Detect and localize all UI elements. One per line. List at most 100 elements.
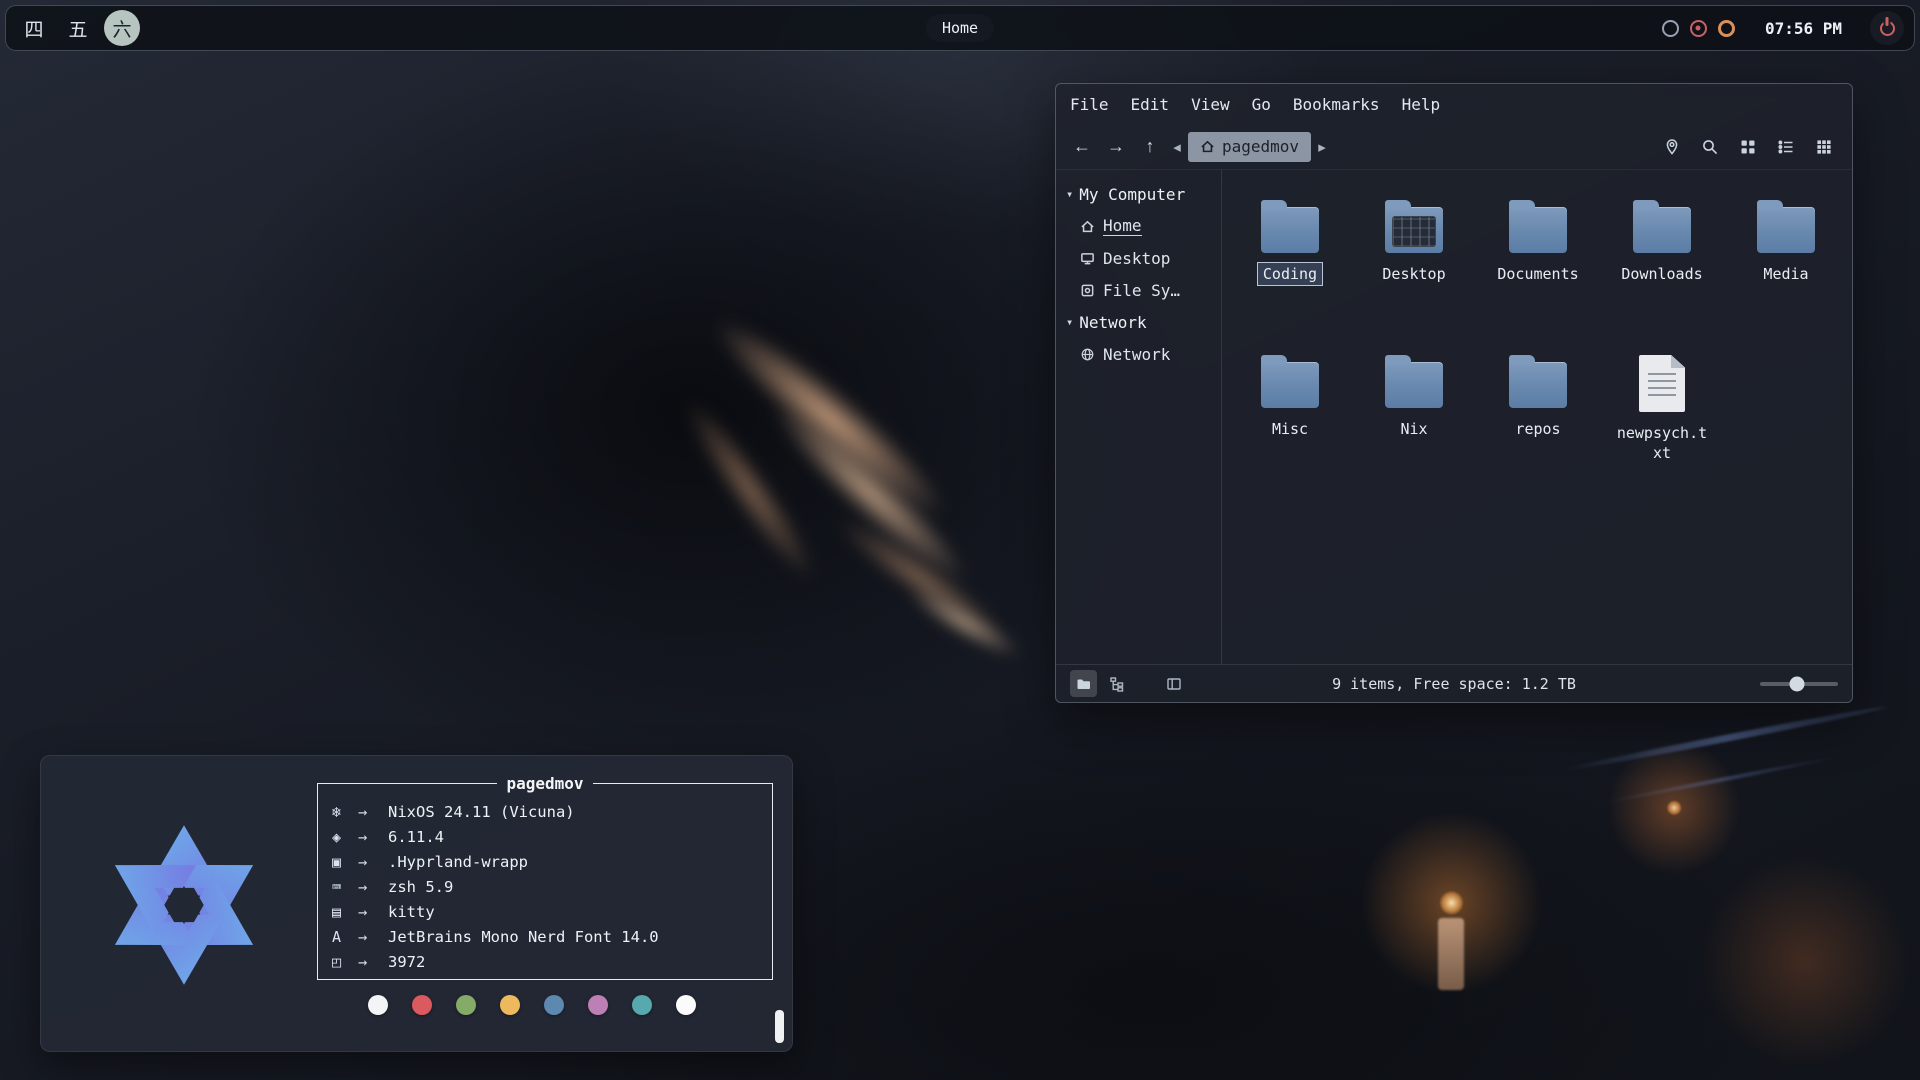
- sidebar-item-file-system[interactable]: File Sy…: [1056, 274, 1221, 306]
- home-icon: [1080, 219, 1095, 234]
- arrow-icon: →: [358, 803, 388, 821]
- folder-icon: [1633, 207, 1691, 253]
- file-label: Nix: [1394, 417, 1433, 441]
- file-item-desktop[interactable]: Desktop: [1352, 186, 1476, 341]
- sidebar-item-home[interactable]: Home: [1056, 210, 1221, 242]
- file-label: repos: [1509, 417, 1566, 441]
- file-item-documents[interactable]: Documents: [1476, 186, 1600, 341]
- menu-item-file[interactable]: File: [1070, 95, 1109, 114]
- sidebar-item-label: Network: [1103, 345, 1170, 364]
- fetch-info-box: pagedmov ❄ → NixOS 24.11 (Vicuna) ◈ → 6.…: [317, 774, 773, 980]
- search-icon[interactable]: [1698, 135, 1722, 159]
- palette-dot: [588, 995, 608, 1015]
- file-label: Downloads: [1615, 262, 1708, 286]
- file-item-nix[interactable]: Nix: [1352, 341, 1476, 496]
- up-button[interactable]: ↑: [1134, 131, 1166, 163]
- workspace-button-1[interactable]: 四: [16, 10, 52, 46]
- file-label: Misc: [1266, 417, 1314, 441]
- menu-item-view[interactable]: View: [1191, 95, 1230, 114]
- path-breadcrumb-button[interactable]: pagedmov: [1188, 132, 1311, 162]
- file-label: Media: [1757, 262, 1814, 286]
- arrow-icon: →: [358, 928, 388, 946]
- menu-item-go[interactable]: Go: [1252, 95, 1271, 114]
- file-manager-window: File Edit View Go Bookmarks Help ← → ↑ ◂…: [1055, 83, 1853, 703]
- system-tray: 07:56 PM: [1662, 11, 1904, 45]
- fetch-line-os: ❄ → NixOS 24.11 (Vicuna): [332, 799, 758, 824]
- fetch-value: JetBrains Mono Nerd Font 14.0: [388, 928, 659, 946]
- chevron-down-icon: ▾: [1066, 187, 1073, 201]
- home-icon: [1200, 139, 1215, 154]
- fetch-hostname: pagedmov: [497, 774, 592, 793]
- detailed-grid-view-icon[interactable]: [1812, 135, 1836, 159]
- globe-icon: [1080, 347, 1095, 362]
- toolbar-view-controls: [1660, 135, 1842, 159]
- file-item-coding[interactable]: Coding: [1228, 186, 1352, 341]
- nix-icon: ❄: [332, 803, 358, 821]
- forward-button[interactable]: →: [1100, 131, 1132, 163]
- monitor-icon: [1080, 251, 1095, 266]
- menu-item-help[interactable]: Help: [1402, 95, 1441, 114]
- fetch-line-wm: ▣ → .Hyprland-wrapp: [332, 849, 758, 874]
- tray-indicator-icon[interactable]: [1662, 20, 1679, 37]
- sidebar-section-label: Network: [1079, 313, 1146, 332]
- tray-status-icon[interactable]: [1718, 20, 1735, 37]
- file-item-newpsych-txt[interactable]: newpsych.txt: [1600, 341, 1724, 496]
- current-path-label: pagedmov: [1222, 137, 1299, 156]
- sidebar-item-desktop[interactable]: Desktop: [1056, 242, 1221, 274]
- folder-icon: [1385, 362, 1443, 408]
- file-label: Coding: [1257, 262, 1323, 286]
- nixos-logo: [89, 810, 279, 1000]
- path-scroll-right-icon[interactable]: ▸: [1313, 133, 1331, 161]
- sidebar-section-network[interactable]: ▾ Network: [1056, 306, 1221, 338]
- file-label: newpsych.txt: [1610, 421, 1714, 466]
- workspace-switcher: 四 五 六: [16, 10, 140, 46]
- file-label: Desktop: [1376, 262, 1451, 286]
- fetch-value: zsh 5.9: [388, 878, 453, 896]
- location-pin-icon[interactable]: [1660, 135, 1684, 159]
- folder-icon: [1261, 207, 1319, 253]
- palette-dot: [368, 995, 388, 1015]
- palette-dot: [544, 995, 564, 1015]
- sidebar-item-network[interactable]: Network: [1056, 338, 1221, 370]
- slider-knob[interactable]: [1790, 676, 1805, 691]
- fetch-line-terminal: ▤ → kitty: [332, 899, 758, 924]
- active-window-title: Home: [926, 14, 994, 42]
- file-item-media[interactable]: Media: [1724, 186, 1848, 341]
- sidebar-section-my-computer[interactable]: ▾ My Computer: [1056, 178, 1221, 210]
- folder-icon: [1757, 207, 1815, 253]
- sidebar-section-label: My Computer: [1079, 185, 1185, 204]
- places-pane-toggle[interactable]: [1070, 670, 1097, 697]
- palette-dot: [676, 995, 696, 1015]
- disk-icon: [1080, 283, 1095, 298]
- pane-layout-icon: [1166, 676, 1182, 692]
- sidebar-item-label: File Sy…: [1103, 281, 1180, 300]
- power-icon: [1880, 21, 1895, 36]
- workspace-button-2[interactable]: 五: [60, 10, 96, 46]
- compact-list-view-icon[interactable]: [1774, 135, 1798, 159]
- path-scroll-left-icon[interactable]: ◂: [1168, 133, 1186, 161]
- file-manager-body: ▾ My Computer Home Desktop File Sy…: [1056, 170, 1852, 664]
- tray-record-icon[interactable]: [1690, 20, 1707, 37]
- menu-item-bookmarks[interactable]: Bookmarks: [1293, 95, 1380, 114]
- power-button[interactable]: [1870, 11, 1904, 45]
- menu-item-edit[interactable]: Edit: [1131, 95, 1170, 114]
- split-pane-toggle[interactable]: [1160, 670, 1187, 697]
- fetch-value: 6.11.4: [388, 828, 444, 846]
- clock: 07:56 PM: [1752, 14, 1855, 43]
- file-item-downloads[interactable]: Downloads: [1600, 186, 1724, 341]
- back-button[interactable]: ←: [1066, 131, 1098, 163]
- workspace-button-3-active[interactable]: 六: [104, 10, 140, 46]
- palette-dot: [632, 995, 652, 1015]
- file-grid: Coding Desktop Documents Downloads Media…: [1222, 170, 1852, 664]
- arrow-icon: →: [358, 878, 388, 896]
- file-item-repos[interactable]: repos: [1476, 341, 1600, 496]
- sidebar-item-label: Desktop: [1103, 249, 1170, 268]
- toolbar: ← → ↑ ◂ pagedmov ▸: [1056, 124, 1852, 170]
- arrow-icon: →: [358, 853, 388, 871]
- icon-size-slider[interactable]: [1760, 682, 1838, 686]
- file-item-misc[interactable]: Misc: [1228, 341, 1352, 496]
- icon-view-icon[interactable]: [1736, 135, 1760, 159]
- folder-pane-icon: [1076, 676, 1092, 692]
- arrow-icon: →: [358, 903, 388, 921]
- dir-tree-pane-toggle[interactable]: [1103, 670, 1130, 697]
